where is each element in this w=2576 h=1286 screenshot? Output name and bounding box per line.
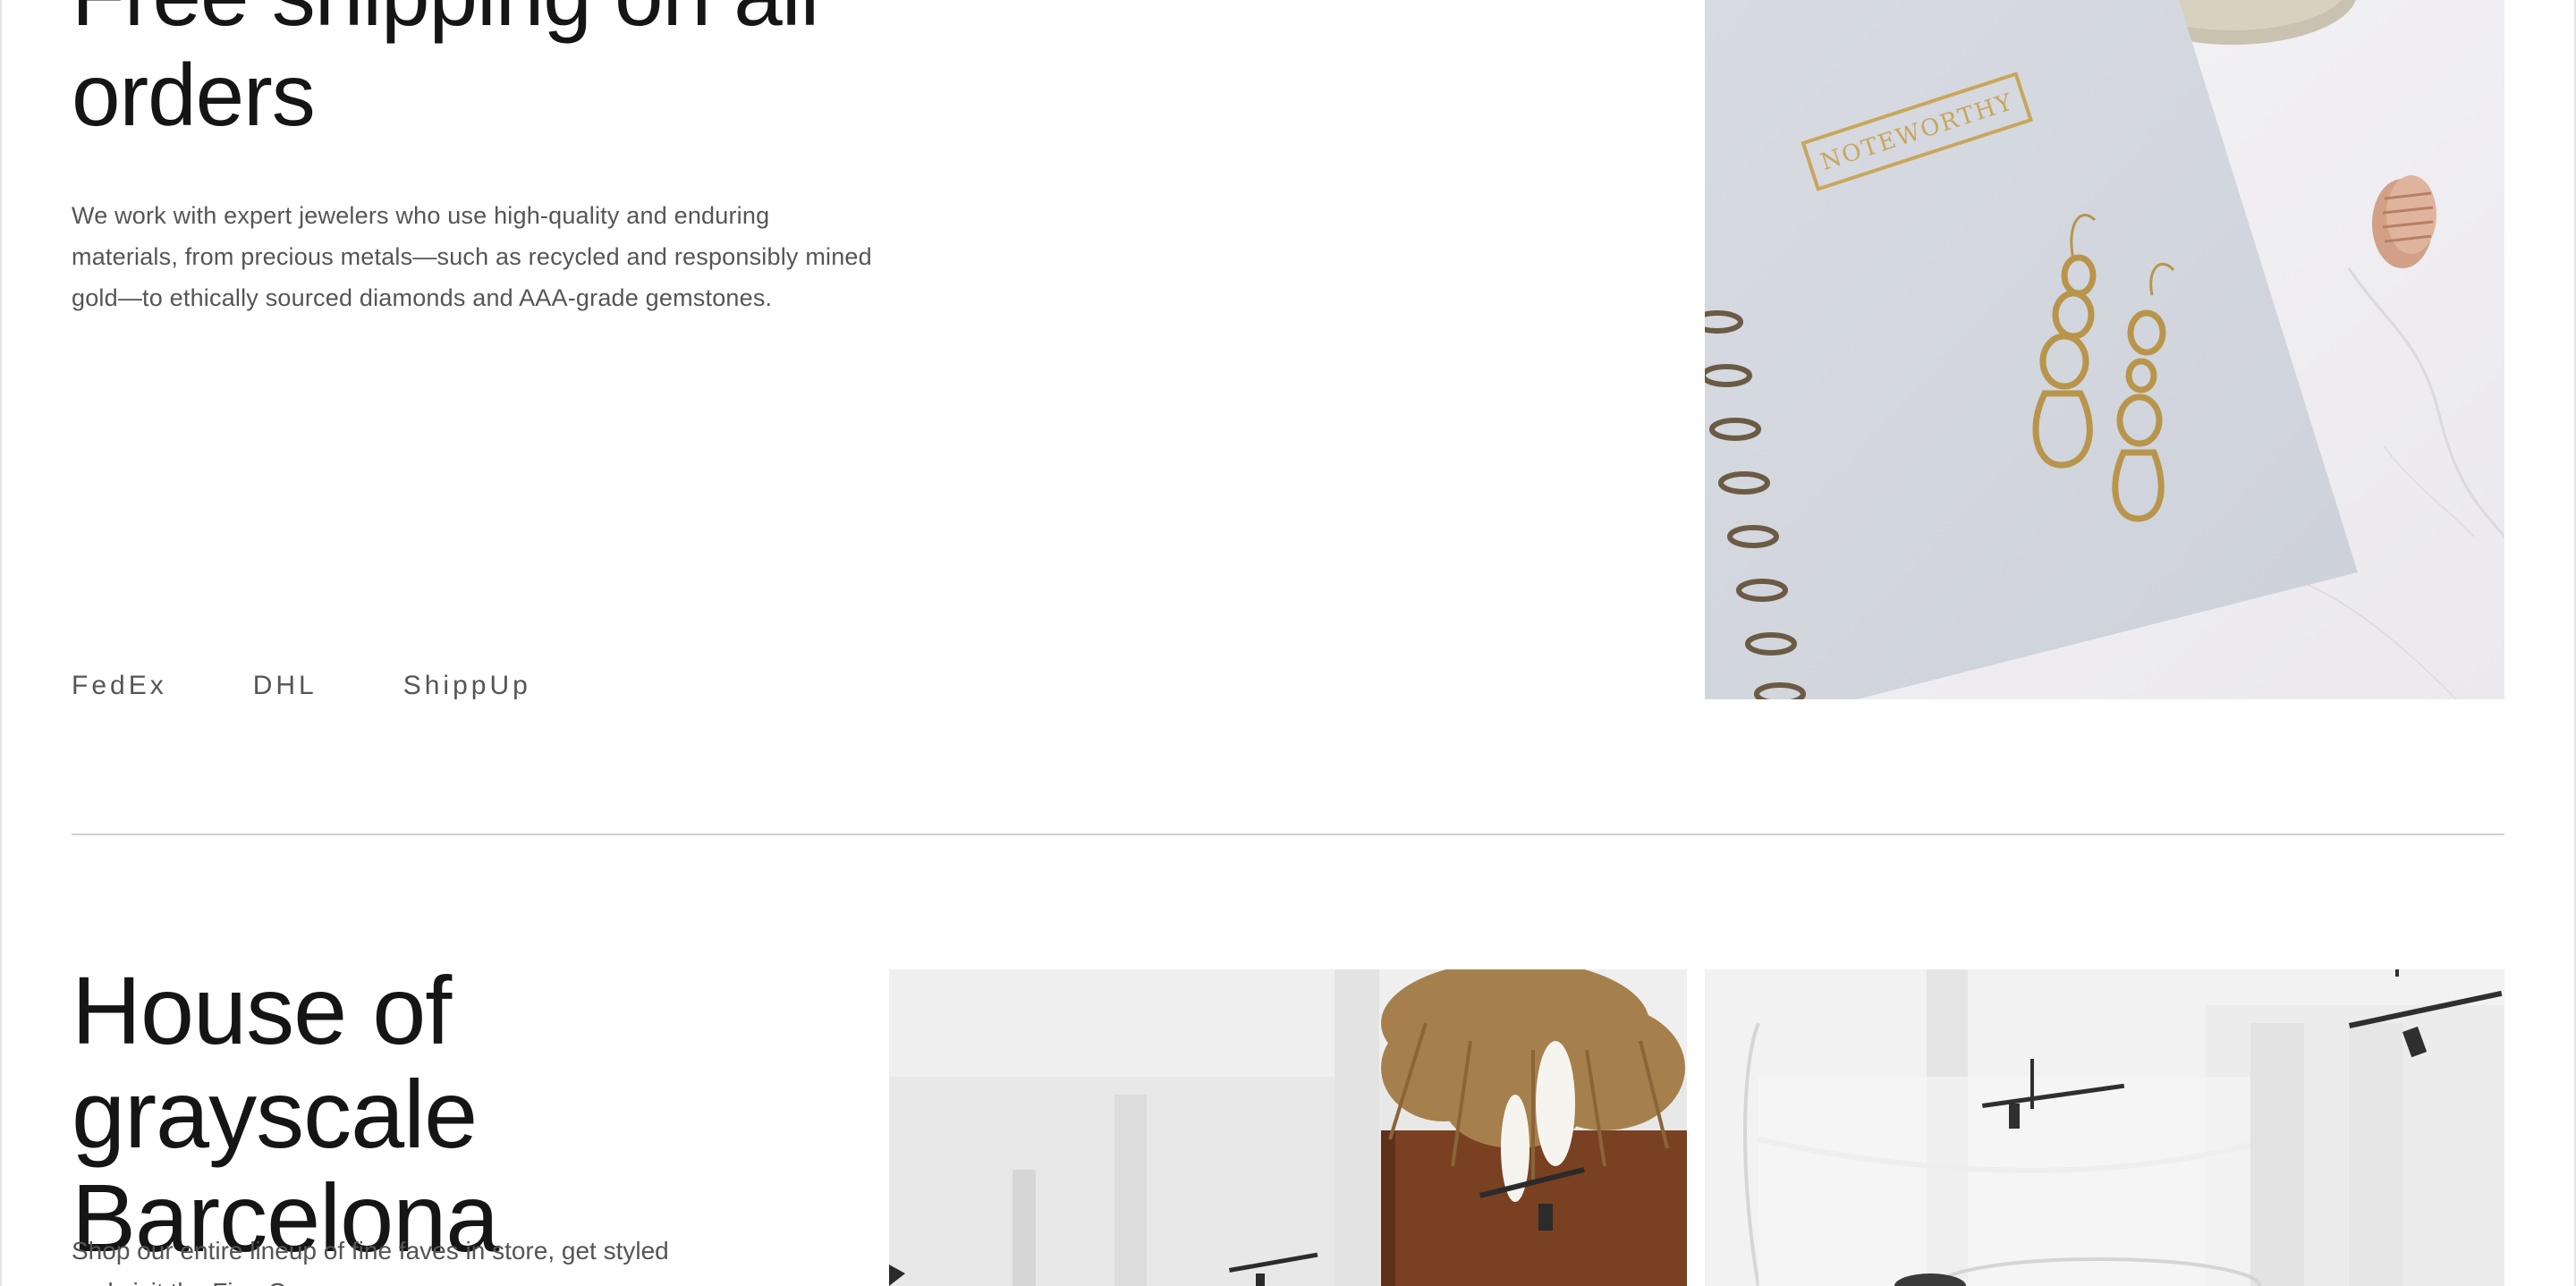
earrings-notebook-image: NOTEWORTHY (1705, 0, 2504, 699)
carrier-dhl: DHL (252, 671, 318, 700)
carrier-shippup: ShippUp (402, 671, 531, 700)
store-description: Shop our entire lineup of fine faves in … (72, 1237, 669, 1286)
store-heading: House of grayscale Barcelona (72, 956, 499, 1272)
section-divider (72, 833, 2504, 835)
carrier-fedex: FedEx (72, 671, 167, 700)
shipping-heading: Free shipping on all orders (72, 0, 819, 144)
carrier-list: FedEx DHL ShippUp (72, 671, 531, 701)
shipping-description: We work with expert jewelers who use hig… (72, 202, 872, 311)
store-interior-image-2 (1705, 969, 2504, 1286)
store-interior-image-1 (889, 969, 1687, 1286)
page-edge-left (0, 0, 2, 1286)
